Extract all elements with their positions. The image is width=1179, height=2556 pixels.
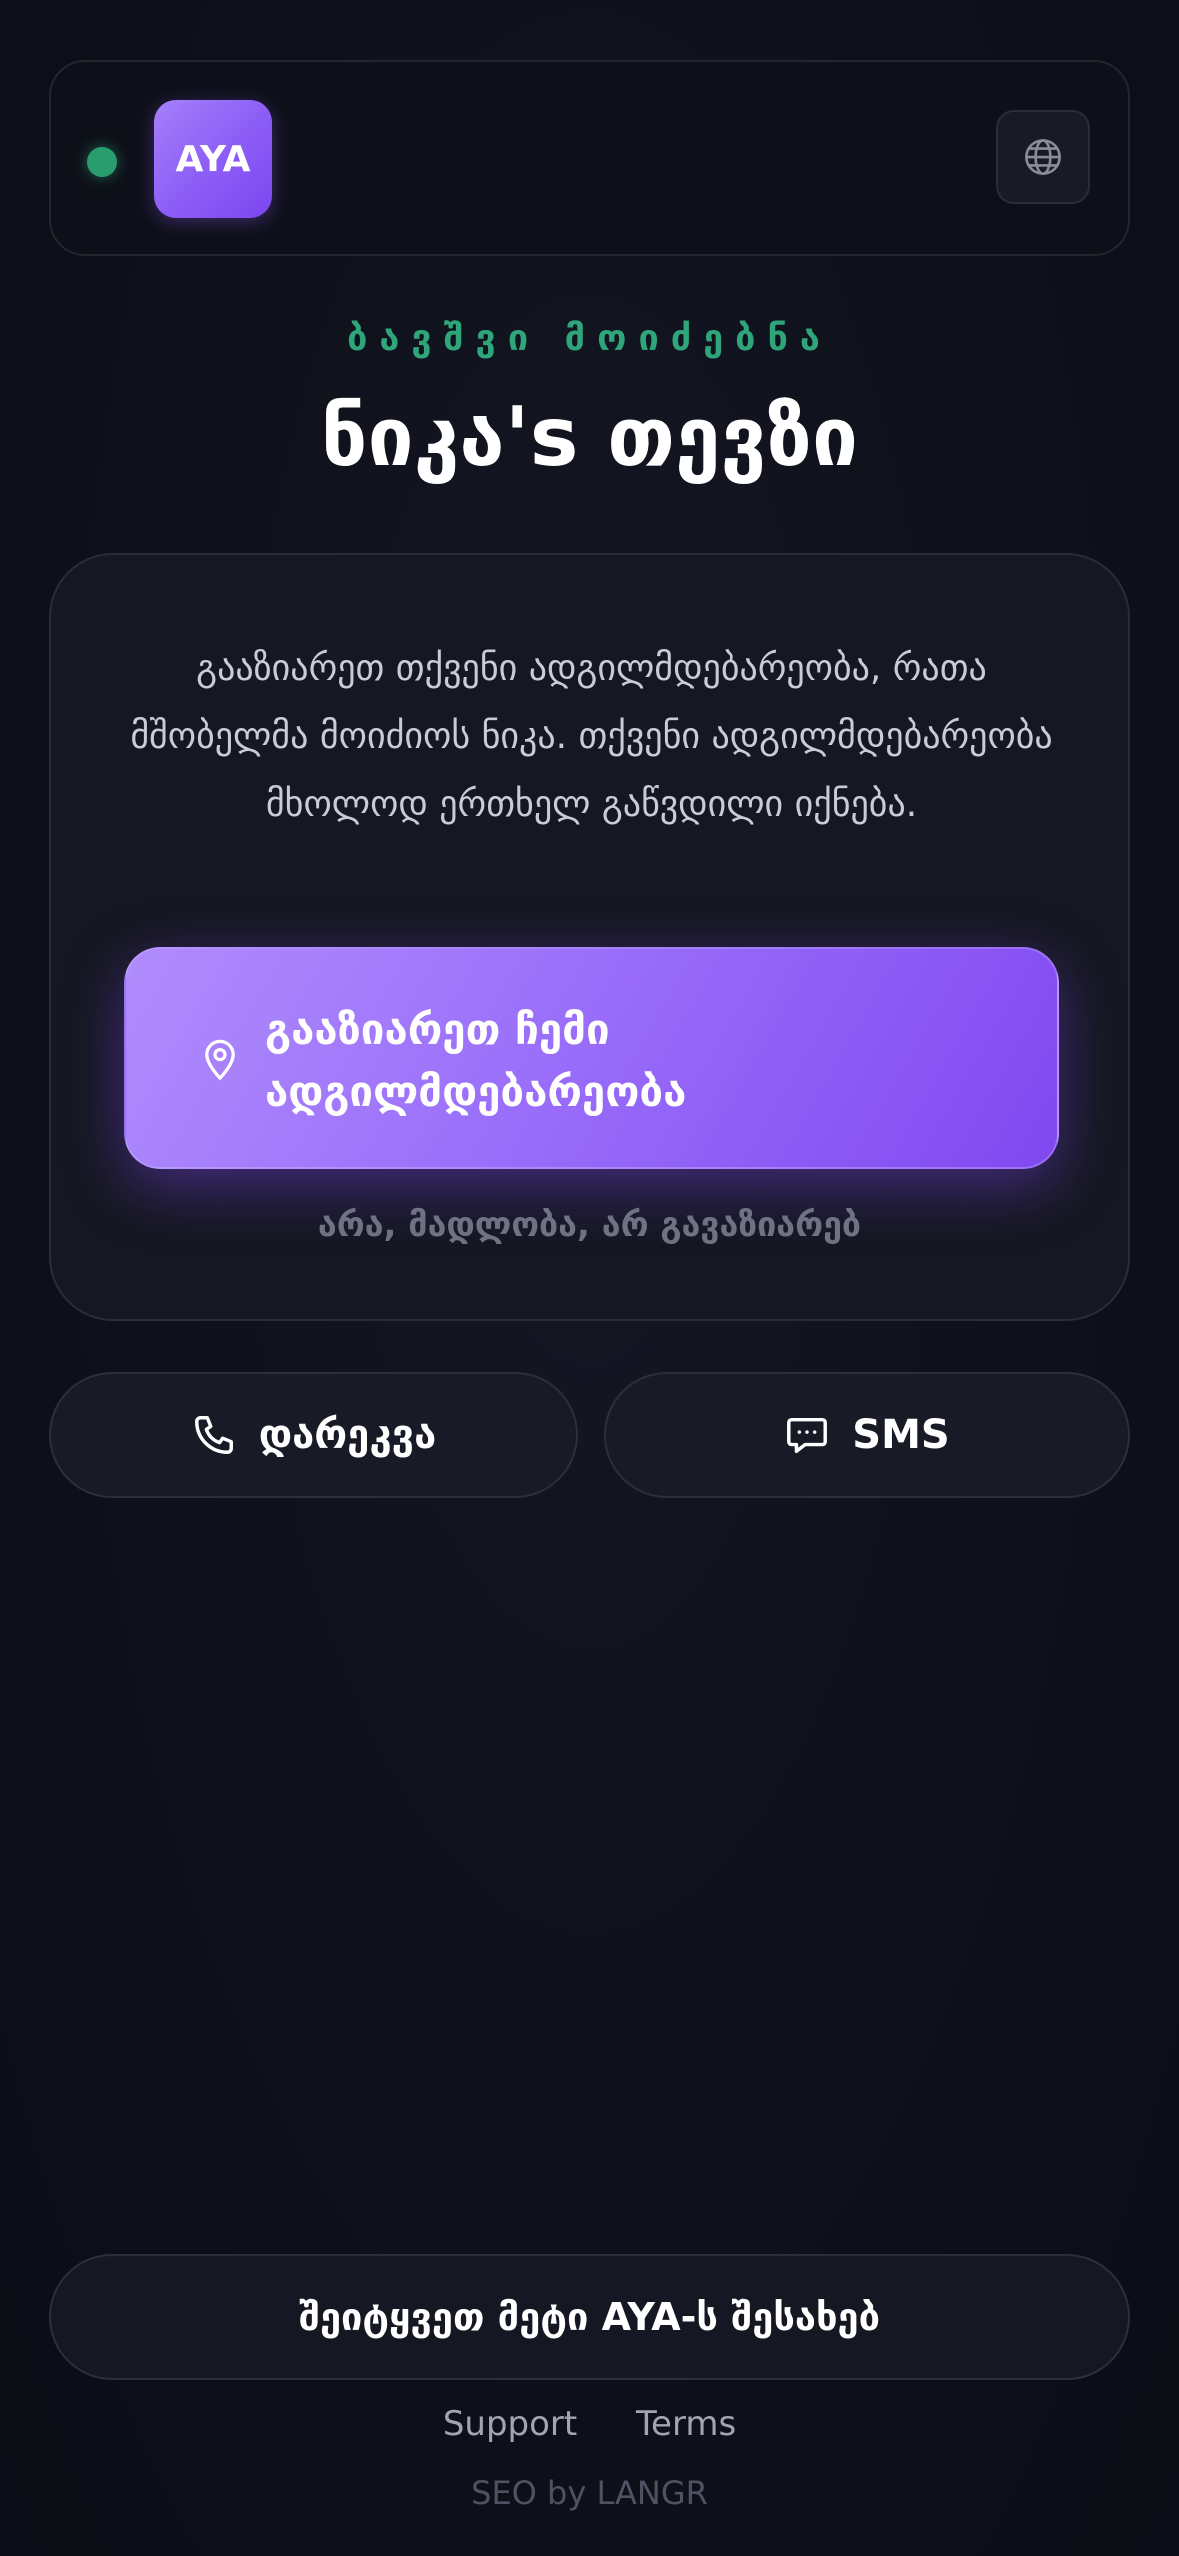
phone-icon xyxy=(194,1416,233,1454)
support-link[interactable]: Support xyxy=(443,2404,577,2444)
globe-icon xyxy=(1025,139,1061,175)
share-location-button[interactable]: გააზიარეთ ჩემი ადგილმდებარეობა xyxy=(124,947,1059,1169)
footer-links: Support Terms xyxy=(0,2404,1179,2444)
page-title: ნიკა's თევზი xyxy=(320,390,859,485)
call-button-label: დარეკვა xyxy=(258,1412,437,1458)
sms-button-label: SMS xyxy=(852,1412,950,1458)
learn-more-button[interactable]: შეიტყვეთ მეტი AYA-ს შესახებ xyxy=(49,2254,1130,2380)
sms-button[interactable]: SMS xyxy=(604,1372,1130,1498)
call-button[interactable]: დარეკვა xyxy=(49,1372,578,1498)
status-indicator xyxy=(87,147,117,177)
share-location-card: გააზიარეთ თქვენი ადგილმდებარეობა, რათა მ… xyxy=(49,553,1130,1321)
found-child-subtitle: ბავშვი მოიძებნა xyxy=(347,318,832,359)
message-icon xyxy=(787,1417,828,1454)
language-button[interactable] xyxy=(996,110,1090,204)
card-description: გააზიარეთ თქვენი ადგილმდებარეობა, რათა მ… xyxy=(130,648,1053,825)
decline-share-link[interactable]: არა, მადლობა, არ გავაზიარებ xyxy=(51,1205,1128,1245)
seo-credit[interactable]: SEO by LANGR xyxy=(0,2474,1179,2512)
app-logo[interactable]: AYA xyxy=(154,100,272,218)
terms-link[interactable]: Terms xyxy=(636,2404,736,2444)
share-button-label: გააზიარეთ ჩემი ადგილმდებარეობა xyxy=(265,1005,687,1116)
top-bar: AYA xyxy=(49,60,1130,256)
location-pin-icon xyxy=(205,1039,235,1081)
